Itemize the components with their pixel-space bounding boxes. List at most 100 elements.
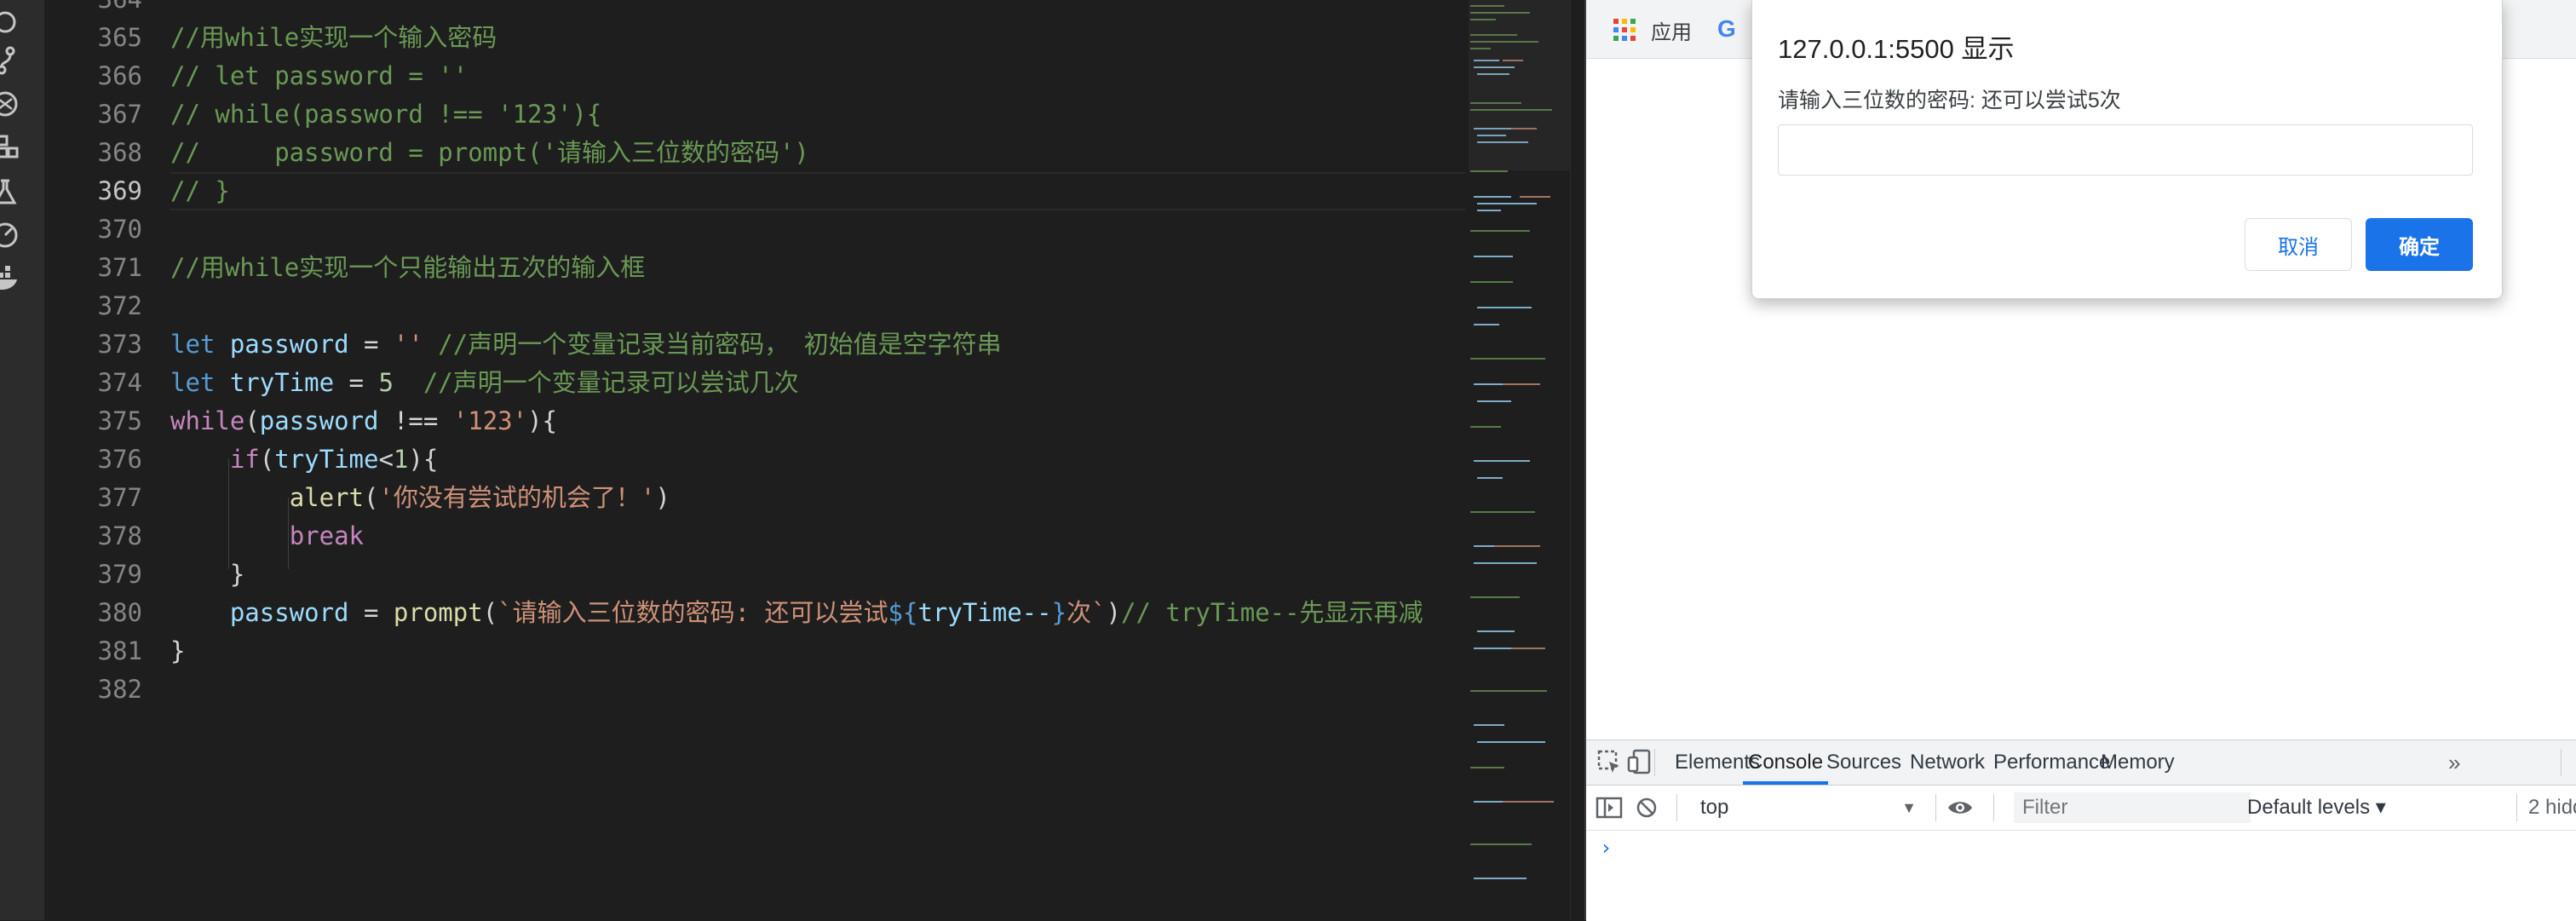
cancel-button[interactable]: 取消 xyxy=(2245,218,2352,271)
tab-network[interactable]: Network xyxy=(1910,740,1985,785)
debug-icon[interactable] xyxy=(0,87,22,121)
code-token: // password = prompt('请输入三位数的密码') xyxy=(170,138,809,167)
activity-bar xyxy=(0,0,44,920)
testing-flask-icon[interactable] xyxy=(0,176,22,210)
line-number: 374 xyxy=(97,368,142,397)
toolbar-separator xyxy=(1676,794,1677,821)
tab-performance[interactable]: Performance xyxy=(1993,740,2110,785)
code-token: let xyxy=(170,330,216,359)
code-line[interactable]: //用while实现一个输入密码 xyxy=(170,19,497,57)
line-number: 366 xyxy=(97,61,142,90)
code-token: // tryTime--先显示再减 xyxy=(1121,598,1423,627)
code-line[interactable]: if(tryTime<1){ xyxy=(170,440,438,479)
docker-icon[interactable] xyxy=(0,261,22,295)
code-line[interactable]: let password = '' //声明一个变量记录当前密码， 初始值是空字… xyxy=(170,325,1002,364)
toolbar-separator xyxy=(2561,749,2562,776)
code-token: ){ xyxy=(527,406,558,435)
code-line[interactable]: break xyxy=(170,517,364,555)
code-token: } xyxy=(170,636,186,665)
code-token: ( xyxy=(244,406,260,435)
code-token: tryTime xyxy=(215,368,349,397)
google-bookmark-icon[interactable]: G xyxy=(1717,15,1736,43)
line-number: 371 xyxy=(97,253,142,282)
code-token: 1 xyxy=(393,445,409,474)
line-number: 368 xyxy=(97,138,142,167)
code-line[interactable]: } xyxy=(170,555,244,594)
extensions-icon[interactable] xyxy=(0,131,22,165)
code-token: // } xyxy=(170,176,230,205)
log-levels-dropdown[interactable]: Default levels ▾ xyxy=(2247,792,2386,823)
line-number-gutter: 364 365 366 367 368 369 370 371 372 373 374 375 376 3… xyxy=(44,0,142,920)
dialog-message: 请输入三位数的密码: 还可以尝试5次 xyxy=(1778,89,2121,112)
code-line[interactable]: //用while实现一个只能输出五次的输入框 xyxy=(170,249,645,287)
minimap[interactable] xyxy=(1469,0,1571,920)
toolbar-separator xyxy=(1654,749,1655,776)
show-sidebar-icon[interactable] xyxy=(1595,793,1624,822)
code-line[interactable]: password = prompt(`请输入三位数的密码: 还可以尝试${try… xyxy=(170,594,1423,632)
tab-sources[interactable]: Sources xyxy=(1826,740,1901,785)
dialog-input[interactable] xyxy=(1778,124,2473,176)
live-expression-eye-icon[interactable] xyxy=(1946,793,1975,822)
code-line[interactable]: // password = prompt('请输入三位数的密码') xyxy=(170,134,809,172)
console-toolbar: top ▼ Default levels ▾ 2 hidden xyxy=(1586,786,2576,831)
line-number: 375 xyxy=(97,406,142,435)
code-token: break xyxy=(289,521,364,550)
code-token: '你没有尝试的机会了！' xyxy=(378,483,656,512)
code-token: // let password = '' xyxy=(170,61,469,90)
code-line[interactable]: let tryTime = 5 //声明一个变量记录可以尝试几次 xyxy=(170,364,799,402)
code-line[interactable]: while(password !== '123'){ xyxy=(170,402,557,440)
prompt-dialog: 127.0.0.1:5500 显示 请输入三位数的密码: 还可以尝试5次 取消 … xyxy=(1751,0,2503,299)
explorer-icon[interactable] xyxy=(0,5,22,39)
inspect-element-icon[interactable] xyxy=(1595,747,1624,776)
code-token: 次` xyxy=(1067,598,1107,627)
console-prompt-icon[interactable]: › xyxy=(1600,836,1612,860)
code-line[interactable]: // while(password !== '123'){ xyxy=(170,95,601,134)
code-token: = xyxy=(348,598,394,627)
code-token: let xyxy=(170,368,216,397)
devtools-panel: Elements Console Sources Network Perform… xyxy=(1586,740,2576,921)
filter-input[interactable] xyxy=(2014,792,2251,823)
code-token: alert xyxy=(289,483,364,512)
code-area[interactable]: //用while实现一个输入密码 // let password = '' // w… xyxy=(170,0,1533,920)
tab-console[interactable]: Console xyxy=(1743,740,1829,785)
line-number: 378 xyxy=(97,521,142,550)
code-token: < xyxy=(378,445,394,474)
apps-grid-icon[interactable] xyxy=(1612,17,1637,43)
code-token: password xyxy=(229,598,349,627)
device-toolbar-icon[interactable] xyxy=(1625,747,1654,776)
source-control-icon[interactable] xyxy=(0,44,22,78)
code-token: while xyxy=(170,406,245,435)
code-token: tryTime-- xyxy=(917,598,1052,627)
editor-scrollbar[interactable] xyxy=(1570,0,1584,920)
toolbar-separator xyxy=(2516,794,2517,821)
dialog-title: 127.0.0.1:5500 显示 xyxy=(1778,34,2015,64)
code-editor[interactable]: 364 365 366 367 368 369 370 371 372 373 374 375 376 3… xyxy=(44,0,1584,920)
code-line[interactable]: // let password = '' xyxy=(170,57,468,95)
dropdown-caret-icon: ▼ xyxy=(1901,799,1917,816)
context-select[interactable]: top ▼ xyxy=(1700,792,1922,823)
remote-explorer-icon[interactable] xyxy=(0,218,22,252)
code-token: tryTime xyxy=(274,445,379,474)
code-line[interactable]: alert('你没有尝试的机会了！') xyxy=(170,479,670,517)
line-number: 380 xyxy=(97,598,142,627)
code-token: ){ xyxy=(408,445,439,474)
ok-button[interactable]: 确定 xyxy=(2366,218,2473,271)
code-token: //声明一个变量记录可以尝试几次 xyxy=(393,368,799,397)
code-line[interactable]: // } xyxy=(170,172,230,210)
tab-memory[interactable]: Memory xyxy=(2101,740,2175,785)
code-token: //用while实现一个输入密码 xyxy=(170,23,497,52)
line-number: 370 xyxy=(97,215,142,244)
clear-console-icon[interactable] xyxy=(1632,793,1661,822)
apps-bookmark-label[interactable]: 应用 xyxy=(1651,15,1692,45)
minimap-slider[interactable] xyxy=(1469,0,1571,170)
line-number: 376 xyxy=(97,445,142,474)
more-tabs-button[interactable]: » xyxy=(2448,740,2460,785)
code-token: = xyxy=(364,330,394,359)
code-token: ${ xyxy=(888,598,918,627)
code-token: ( xyxy=(482,598,498,627)
code-token: !== xyxy=(378,406,453,435)
code-line[interactable]: } xyxy=(170,632,185,671)
hidden-messages-count: 2 hidden xyxy=(2528,796,2576,819)
code-token: ) xyxy=(655,483,670,512)
